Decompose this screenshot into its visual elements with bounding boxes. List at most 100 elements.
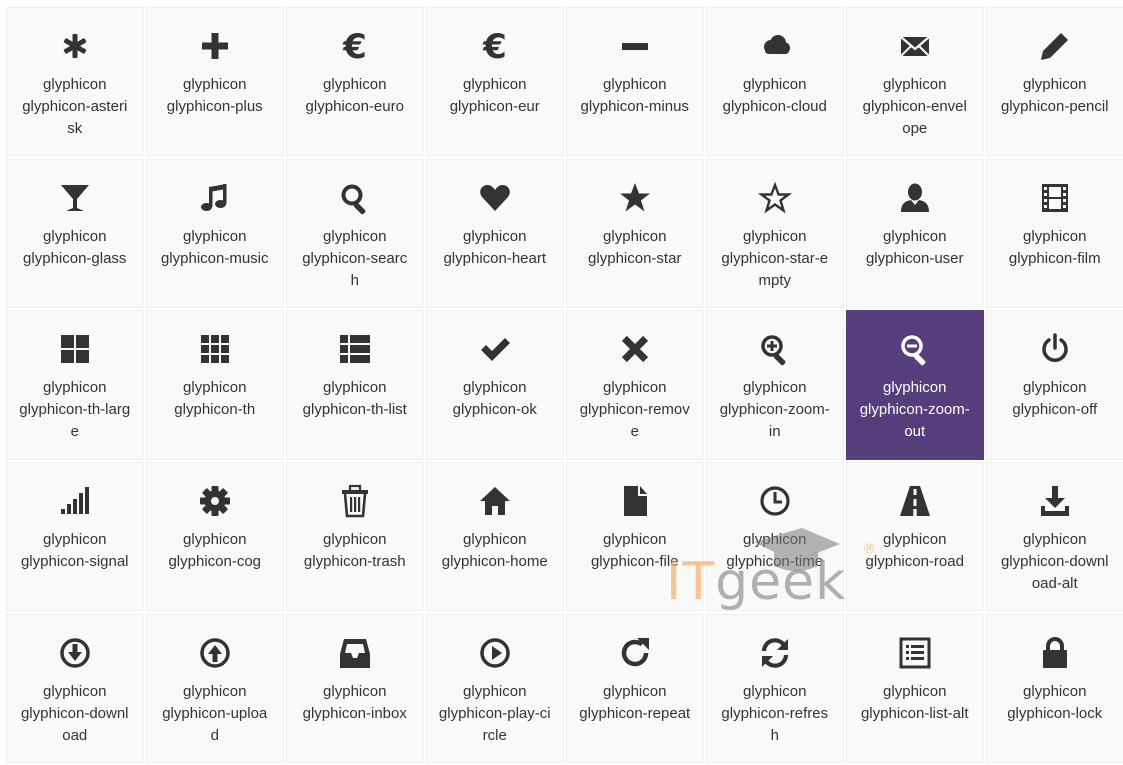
- glyph-tile-ok[interactable]: glyphicon glyphicon-ok: [426, 310, 564, 460]
- glyph-tile-list-alt[interactable]: glyphicon glyphicon-list-alt: [846, 613, 984, 763]
- glyph-tile-cloud[interactable]: glyphicon glyphicon-cloud: [706, 7, 844, 157]
- music-icon: [195, 178, 235, 218]
- glyph-label-class: glyphicon-glass: [23, 249, 127, 267]
- glyph-tile-heart[interactable]: glyphicon glyphicon-heart: [426, 158, 564, 308]
- glyph-label: glyphicon glyphicon-zoom-out: [859, 377, 971, 443]
- plus-icon: [195, 26, 235, 66]
- glyph-tile-play-circle[interactable]: glyphicon glyphicon-play-circle: [426, 613, 564, 763]
- glyph-tile-zoom-in[interactable]: glyphicon glyphicon-zoom-in: [706, 310, 844, 460]
- glyph-label-class: glyphicon-signal: [20, 553, 129, 571]
- glyph-label: glyphicon glyphicon-film: [999, 226, 1111, 270]
- glyph-label-prefix: glyphicon: [883, 682, 947, 700]
- glyph-label: glyphicon glyphicon-zoom-in: [719, 377, 831, 443]
- glyph-tile-file[interactable]: glyphicon glyphicon-file: [566, 462, 704, 612]
- repeat-icon: [615, 633, 655, 673]
- glyph-tile-minus[interactable]: glyphicon glyphicon-minus: [566, 7, 704, 157]
- glyph-tile-remove[interactable]: glyphicon glyphicon-remove: [566, 310, 704, 460]
- glyph-tile-user[interactable]: glyphicon glyphicon-user: [846, 158, 984, 308]
- glyph-tile-plus[interactable]: glyphicon glyphicon-plus: [146, 7, 284, 157]
- glyph-tile-star[interactable]: glyphicon glyphicon-star: [566, 158, 704, 308]
- glyph-tile-home[interactable]: glyphicon glyphicon-home: [426, 462, 564, 612]
- glyph-tile-lock[interactable]: glyphicon glyphicon-lock: [986, 613, 1123, 763]
- glyph-tile-zoom-out[interactable]: glyphicon glyphicon-zoom-out: [846, 310, 984, 460]
- glyph-tile-film[interactable]: glyphicon glyphicon-film: [986, 158, 1123, 308]
- glyph-label: glyphicon glyphicon-time: [719, 529, 831, 573]
- glyph-label: glyphicon glyphicon-road: [859, 529, 971, 573]
- svg-text:€: €: [342, 29, 367, 63]
- glyph-tile-envelope[interactable]: glyphicon glyphicon-envelope: [846, 7, 984, 157]
- glyph-tile-pencil[interactable]: glyphicon glyphicon-pencil: [986, 7, 1123, 157]
- glyph-label-prefix: glyphicon: [883, 76, 947, 93]
- glyph-label-prefix: glyphicon: [463, 531, 527, 549]
- glyph-label-class: glyphicon-download-alt: [1000, 553, 1109, 593]
- inbox-icon: [335, 633, 375, 673]
- glyph-tile-asterisk[interactable]: glyphicon glyphicon-asterisk: [6, 7, 144, 157]
- glyph-tile-euro[interactable]: € glyphicon glyphicon-euro: [286, 7, 424, 157]
- glyph-label-class: glyphicon-heart: [443, 249, 547, 267]
- glyph-label-class: glyphicon-asterisk: [22, 98, 128, 137]
- glyph-label: glyphicon glyphicon-file: [579, 529, 691, 573]
- glyph-label: glyphicon glyphicon-cloud: [719, 74, 831, 118]
- glyph-label-prefix: glyphicon: [323, 76, 387, 93]
- glyph-label: glyphicon glyphicon-inbox: [299, 681, 411, 725]
- glyph-label-prefix: glyphicon: [463, 76, 527, 93]
- glyph-label-prefix: glyphicon: [603, 379, 667, 397]
- glyph-tile-download-alt[interactable]: glyphicon glyphicon-download-alt: [986, 462, 1123, 612]
- heart-icon: [475, 178, 515, 218]
- play-circle-icon: [475, 633, 515, 673]
- list-alt-icon: [895, 633, 935, 673]
- lock-icon: [1035, 633, 1075, 673]
- glyph-tile-download[interactable]: glyphicon glyphicon-download: [6, 613, 144, 763]
- glyph-tile-signal[interactable]: glyphicon glyphicon-signal: [6, 462, 144, 612]
- glyph-tile-trash[interactable]: glyphicon glyphicon-trash: [286, 462, 424, 612]
- glyph-label-class: glyphicon-lock: [1007, 704, 1103, 722]
- glyph-tile-eur[interactable]: € glyphicon glyphicon-eur: [426, 7, 564, 157]
- glyph-tile-road[interactable]: glyphicon glyphicon-road: [846, 462, 984, 612]
- glyph-label: glyphicon glyphicon-download: [19, 681, 131, 747]
- th-list-icon: [335, 329, 375, 369]
- glyph-label-prefix: glyphicon: [183, 531, 247, 549]
- glyph-label-class: glyphicon-search: [302, 249, 408, 289]
- glyph-label: glyphicon glyphicon-glass: [19, 226, 131, 270]
- glyph-label-prefix: glyphicon: [743, 531, 807, 549]
- glyphicon-grid: glyphicon glyphicon-asterisk glyphicon glyp…: [6, 7, 1123, 763]
- glyph-tile-glass[interactable]: glyphicon glyphicon-glass: [6, 158, 144, 308]
- glyph-label-prefix: glyphicon: [463, 379, 527, 397]
- glyph-tile-th-list[interactable]: glyphicon glyphicon-th-list: [286, 310, 424, 460]
- glyph-tile-cog[interactable]: glyphicon glyphicon-cog: [146, 462, 284, 612]
- glyph-label-class: glyphicon-th-large: [19, 401, 131, 441]
- glyph-label-class: glyphicon-upload: [162, 704, 268, 744]
- glyph-tile-music[interactable]: glyphicon glyphicon-music: [146, 158, 284, 308]
- glyph-label-prefix: glyphicon: [183, 682, 247, 700]
- glyph-label-prefix: glyphicon: [1023, 682, 1087, 700]
- glyph-tile-th-large[interactable]: glyphicon glyphicon-th-large: [6, 310, 144, 460]
- glyph-label: glyphicon glyphicon-asterisk: [19, 74, 131, 140]
- glyph-label: glyphicon glyphicon-search: [299, 226, 411, 292]
- glyph-label: glyphicon glyphicon-minus: [579, 74, 691, 118]
- glass-icon: [55, 178, 95, 218]
- glyph-label-prefix: glyphicon: [883, 227, 947, 245]
- search-icon: [335, 178, 375, 218]
- glyph-tile-th[interactable]: glyphicon glyphicon-th: [146, 310, 284, 460]
- glyph-tile-search[interactable]: glyphicon glyphicon-search: [286, 158, 424, 308]
- glyph-tile-inbox[interactable]: glyphicon glyphicon-inbox: [286, 613, 424, 763]
- svg-text:€: €: [482, 29, 507, 63]
- glyph-label-class: glyphicon-refresh: [721, 704, 829, 744]
- glyph-tile-time[interactable]: glyphicon glyphicon-time: [706, 462, 844, 612]
- glyph-tile-star-empty[interactable]: glyphicon glyphicon-star-empty: [706, 158, 844, 308]
- glyph-label-prefix: glyphicon: [183, 379, 247, 397]
- off-icon: [1035, 329, 1075, 369]
- glyph-label-prefix: glyphicon: [603, 531, 667, 549]
- glyph-label: glyphicon glyphicon-star-empty: [719, 226, 831, 292]
- glyph-label-prefix: glyphicon: [463, 682, 527, 700]
- glyph-label: glyphicon glyphicon-th-large: [19, 377, 131, 443]
- glyph-label-prefix: glyphicon: [43, 531, 107, 549]
- glyph-tile-off[interactable]: glyphicon glyphicon-off: [986, 310, 1123, 460]
- glyph-label-prefix: glyphicon: [43, 76, 107, 93]
- star-icon: [615, 178, 655, 218]
- glyph-label: glyphicon glyphicon-signal: [19, 529, 131, 573]
- glyph-tile-refresh[interactable]: glyphicon glyphicon-refresh: [706, 613, 844, 763]
- pencil-icon: [1035, 26, 1075, 66]
- glyph-tile-upload[interactable]: glyphicon glyphicon-upload: [146, 613, 284, 763]
- glyph-tile-repeat[interactable]: glyphicon glyphicon-repeat: [566, 613, 704, 763]
